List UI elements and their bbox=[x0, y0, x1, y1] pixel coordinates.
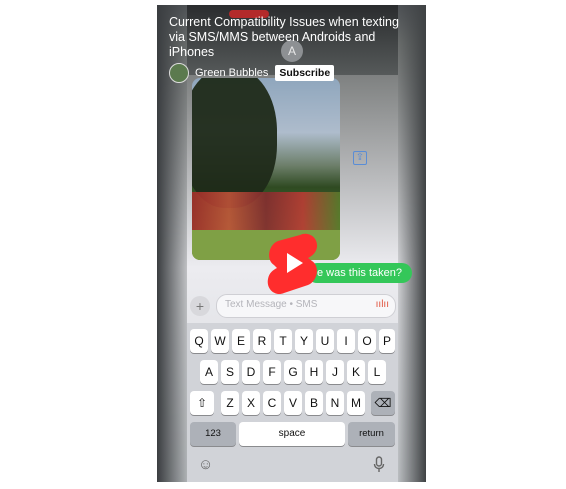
key-a[interactable]: A bbox=[200, 360, 218, 384]
key-r[interactable]: R bbox=[253, 329, 271, 353]
photo-tree bbox=[192, 78, 277, 208]
message-input-row: + Text Message • SMS ıılıı bbox=[190, 294, 396, 318]
key-u[interactable]: U bbox=[316, 329, 334, 353]
photo-flowers bbox=[192, 192, 340, 232]
key-s[interactable]: S bbox=[221, 360, 239, 384]
channel-avatar[interactable] bbox=[169, 63, 189, 83]
key-l[interactable]: L bbox=[368, 360, 386, 384]
key-k[interactable]: K bbox=[347, 360, 365, 384]
key-x[interactable]: X bbox=[242, 391, 260, 415]
key-h[interactable]: H bbox=[305, 360, 323, 384]
key-o[interactable]: O bbox=[358, 329, 376, 353]
emoji-icon[interactable]: ☺ bbox=[198, 456, 213, 473]
key-z[interactable]: Z bbox=[221, 391, 239, 415]
key-w[interactable]: W bbox=[211, 329, 229, 353]
key-g[interactable]: G bbox=[284, 360, 302, 384]
channel-row: Green Bubbles Subscribe bbox=[169, 63, 335, 83]
key-d[interactable]: D bbox=[242, 360, 260, 384]
key-j[interactable]: J bbox=[326, 360, 344, 384]
microphone-icon[interactable] bbox=[373, 456, 385, 477]
key-p[interactable]: P bbox=[379, 329, 395, 353]
space-key[interactable]: space bbox=[239, 422, 345, 446]
key-c[interactable]: C bbox=[263, 391, 281, 415]
key-b[interactable]: B bbox=[305, 391, 323, 415]
key-m[interactable]: M bbox=[347, 391, 365, 415]
audio-wave-icon[interactable]: ıılıı bbox=[376, 299, 389, 310]
key-t[interactable]: T bbox=[274, 329, 292, 353]
shift-key[interactable]: ⇧ bbox=[190, 391, 214, 415]
key-i[interactable]: I bbox=[337, 329, 355, 353]
shorts-video-frame[interactable]: A Current Compatibility Issues when text… bbox=[157, 5, 426, 482]
key-f[interactable]: F bbox=[263, 360, 281, 384]
key-n[interactable]: N bbox=[326, 391, 344, 415]
key-y[interactable]: Y bbox=[295, 329, 313, 353]
add-attachment-button[interactable]: + bbox=[190, 296, 210, 316]
message-input[interactable]: Text Message • SMS ıılıı bbox=[216, 294, 396, 318]
message-placeholder: Text Message • SMS bbox=[225, 299, 318, 310]
key-e[interactable]: E bbox=[232, 329, 250, 353]
share-icon[interactable]: ⇪ bbox=[353, 151, 367, 165]
channel-name[interactable]: Green Bubbles bbox=[195, 67, 268, 79]
play-icon[interactable] bbox=[262, 231, 324, 295]
return-key[interactable]: return bbox=[348, 422, 395, 446]
numbers-key[interactable]: 123 bbox=[190, 422, 236, 446]
key-v[interactable]: V bbox=[284, 391, 302, 415]
keyboard: Q W E R T Y U I O P A S D F G H J K L ⇧ … bbox=[187, 323, 398, 482]
video-title[interactable]: Current Compatibility Issues when textin… bbox=[169, 15, 399, 60]
subscribe-button[interactable]: Subscribe bbox=[275, 65, 335, 81]
key-q[interactable]: Q bbox=[190, 329, 208, 353]
delete-key[interactable]: ⌫ bbox=[371, 391, 395, 415]
